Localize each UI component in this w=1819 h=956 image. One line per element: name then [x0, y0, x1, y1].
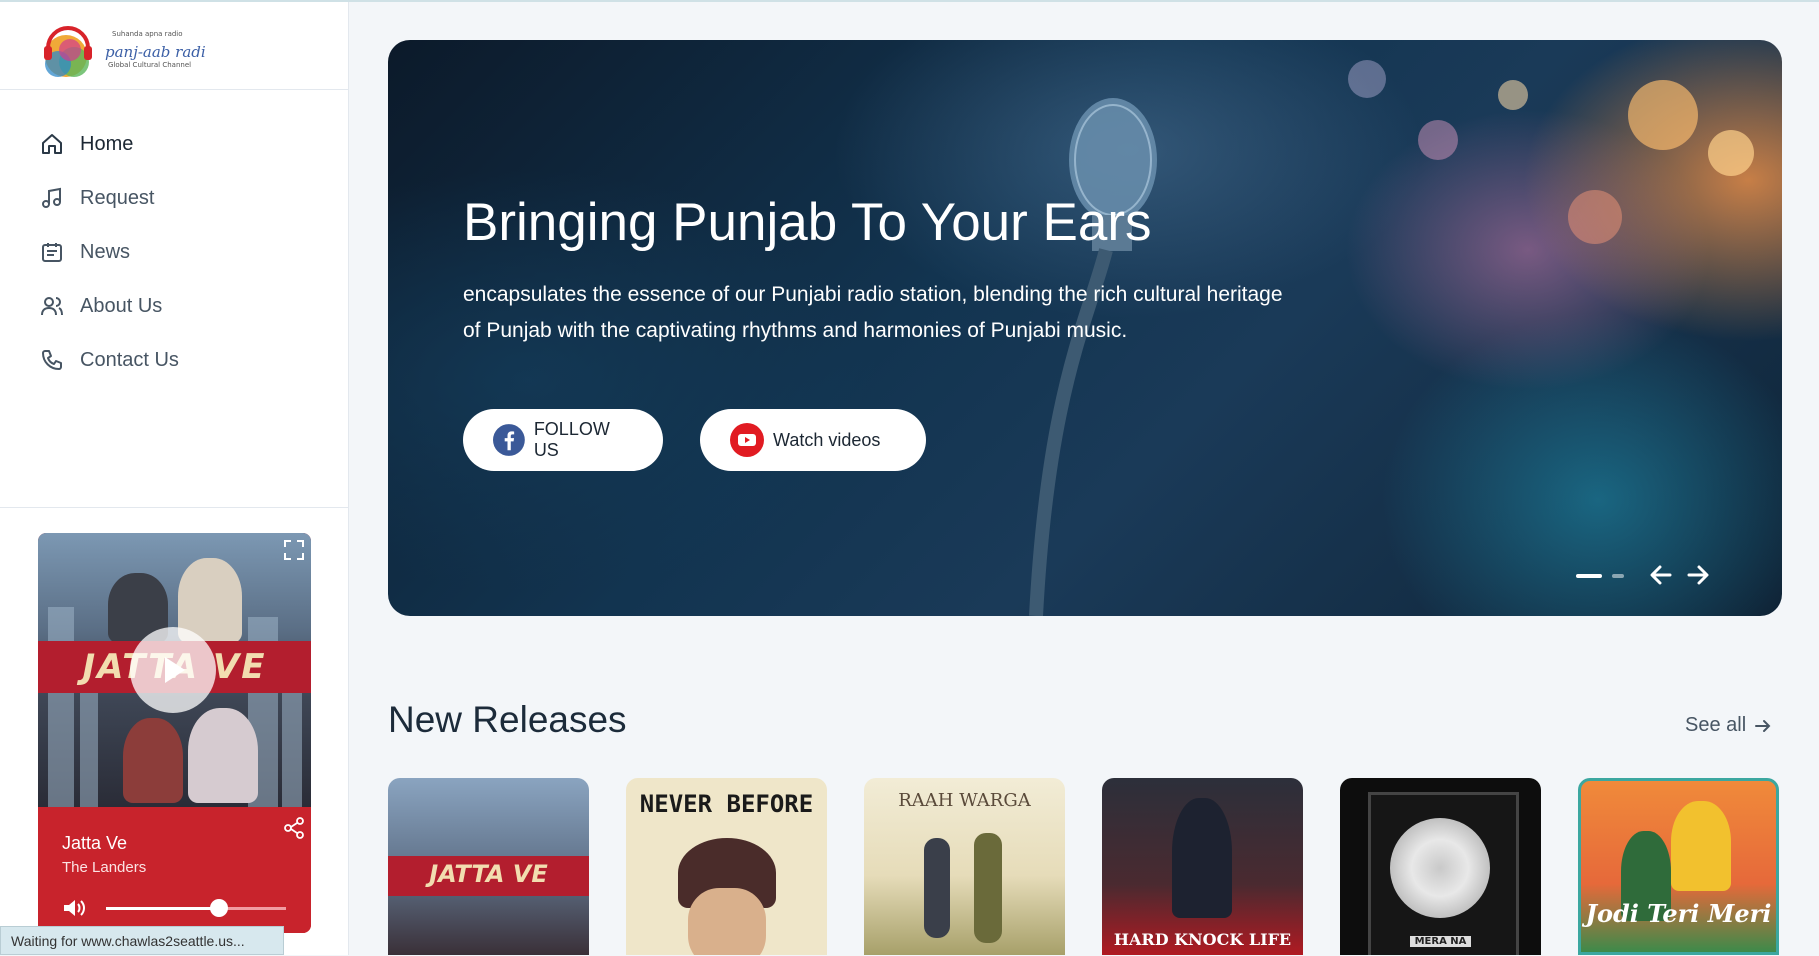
music-note-icon	[42, 187, 61, 208]
play-icon	[165, 657, 185, 683]
carousel-next-arrow-icon[interactable]	[1685, 562, 1711, 588]
mini-player: JATTA VE Jatta Ve The Landers	[38, 533, 311, 933]
calendar-icon	[42, 243, 62, 262]
release-art-title: Jodi Teri Meri	[1585, 899, 1772, 928]
release-art-title: JATTA VE	[429, 860, 548, 888]
release-art-title: HARD KNOCK LIFE	[1113, 930, 1292, 949]
nav-item-news[interactable]: News	[40, 225, 179, 279]
svg-text:panj-aab radio: panj-aab radio	[105, 43, 205, 61]
section-title-new-releases: New Releases	[388, 699, 627, 740]
carousel-indicators	[1576, 574, 1634, 578]
carousel-dot-active[interactable]	[1576, 574, 1602, 578]
nav-item-contact-us[interactable]: Contact Us	[40, 333, 179, 387]
release-card[interactable]: JATTA VE	[388, 778, 589, 955]
sidebar: Suhanda apna radio panj-aab radio Global…	[0, 2, 349, 955]
nav-item-label: Home	[80, 132, 134, 155]
release-art-title: NEVER BEFORE	[639, 790, 814, 818]
main-nav: Home Request News About Us Contact Us	[40, 117, 179, 387]
see-all-label: See all	[1685, 714, 1747, 736]
youtube-icon	[730, 423, 764, 457]
release-art-title: MERA NA	[1410, 936, 1471, 947]
carousel-dot[interactable]	[1612, 574, 1624, 578]
nav-item-label: Contact Us	[80, 348, 179, 371]
microphone-graphic	[1029, 98, 1157, 616]
facebook-icon	[493, 424, 525, 456]
release-card[interactable]: RAAH WARGA	[864, 778, 1065, 955]
follow-us-button[interactable]: FOLLOW US	[463, 409, 663, 471]
track-artist: The Landers	[62, 859, 147, 876]
release-art-title: RAAH WARGA	[898, 790, 1031, 811]
nav-item-label: About Us	[80, 294, 163, 317]
sidebar-divider	[0, 89, 348, 90]
release-card[interactable]: NEVER BEFORE	[626, 778, 827, 955]
carousel-prev-arrow-icon[interactable]	[1648, 562, 1674, 588]
see-all-link[interactable]: See all	[1685, 714, 1772, 737]
svg-text:Suhanda apna radio: Suhanda apna radio	[112, 30, 183, 38]
volume-knob[interactable]	[210, 899, 229, 917]
follow-us-label: FOLLOW US	[533, 419, 610, 460]
release-card[interactable]: MERA NA	[1340, 778, 1541, 955]
release-card[interactable]: Jodi Teri Meri	[1578, 778, 1779, 955]
player-controls: Jatta Ve The Landers	[38, 807, 311, 933]
share-icon[interactable]	[283, 817, 305, 839]
svg-text:Global Cultural Channel: Global Cultural Channel	[108, 61, 191, 69]
release-card[interactable]: HARD KNOCK LIFE	[1102, 778, 1303, 955]
nav-item-about-us[interactable]: About Us	[40, 279, 179, 333]
track-title: Jatta Ve	[62, 833, 128, 853]
play-button[interactable]	[130, 627, 216, 713]
sidebar-divider	[0, 507, 348, 508]
nav-item-label: Request	[80, 186, 155, 209]
users-icon	[41, 297, 63, 316]
arrow-right-icon	[1755, 719, 1771, 732]
hero-description: encapsulates the essence of our Punjabi …	[463, 283, 1283, 342]
phone-icon	[42, 350, 62, 370]
nav-item-label: News	[80, 240, 131, 263]
watch-videos-button[interactable]: Watch videos	[700, 409, 926, 471]
site-logo[interactable]: Suhanda apna radio panj-aab radio Global…	[40, 10, 215, 85]
album-art: JATTA VE	[38, 533, 311, 807]
watch-videos-label: Watch videos	[773, 429, 881, 450]
hero-title: Bringing Punjab To Your Ears	[463, 193, 1152, 252]
volume-slider[interactable]	[106, 899, 286, 917]
hero-carousel: Bringing Punjab To Your Ears encapsulate…	[388, 40, 1782, 616]
browser-status-bar: Waiting for www.chawlas2seattle.us...	[0, 926, 284, 955]
home-icon	[42, 134, 62, 154]
volume-fill	[106, 907, 220, 910]
nav-item-home[interactable]: Home	[40, 117, 179, 171]
volume-icon[interactable]	[62, 897, 86, 919]
nav-item-request[interactable]: Request	[40, 171, 179, 225]
expand-icon[interactable]	[283, 539, 305, 561]
